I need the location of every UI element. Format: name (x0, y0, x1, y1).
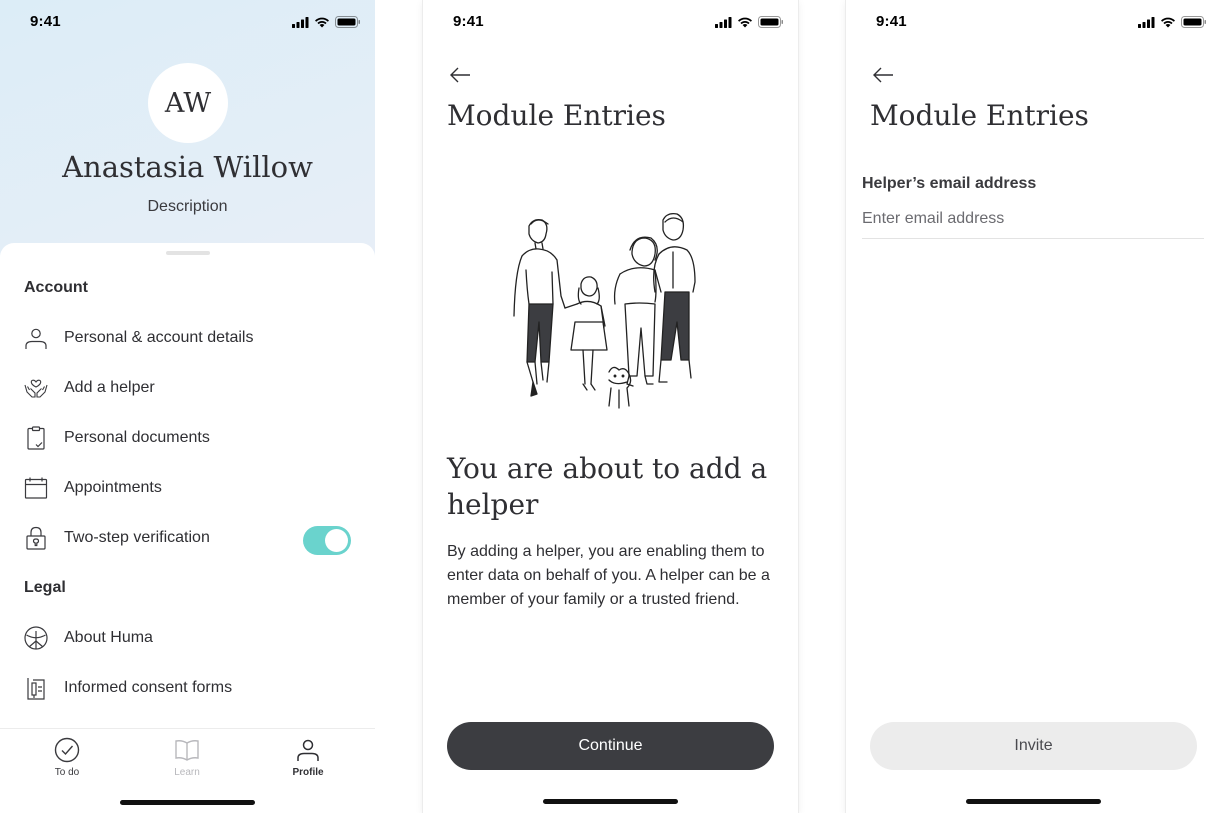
menu-item-label: Personal & account details (64, 329, 254, 346)
menu-item-label: Appointments (64, 479, 162, 496)
invite-button[interactable]: Invite (870, 722, 1197, 770)
menu-item-appointments[interactable]: Appointments (0, 468, 375, 508)
menu-item-personal-details[interactable]: Personal & account details (0, 318, 375, 358)
profile-sheet: Account Personal & account details Add a… (0, 243, 375, 733)
profile-description: Description (147, 198, 228, 215)
email-field-label: Helper’s email address (862, 175, 1037, 192)
toggle-knob (325, 529, 348, 552)
page-title: Module Entries (447, 99, 666, 132)
tab-label: To do (54, 767, 80, 778)
menu-item-label: Informed consent forms (64, 679, 233, 696)
tab-bar: To do Learn Profile (0, 728, 375, 813)
menu-item-personal-documents[interactable]: Personal documents (0, 418, 375, 458)
helper-intro-body: By adding a helper, you are enabling the… (447, 543, 770, 608)
status-bar: 9:41 (423, 0, 798, 44)
section-heading-account: Account (24, 279, 88, 296)
battery-icon (1181, 16, 1207, 28)
tab-learn[interactable]: Learn (147, 737, 227, 778)
status-time: 9:41 (30, 13, 61, 30)
status-bar: 9:41 (846, 0, 1221, 44)
profile-name: Anastasia Willow (62, 150, 313, 184)
menu-item-two-step-verification[interactable]: Two-step verification (0, 518, 375, 558)
menu-item-about-huma[interactable]: About Huma (0, 618, 375, 658)
menu-item-label: Two-step verification (64, 529, 210, 546)
tab-profile[interactable]: Profile (268, 737, 348, 778)
huma-logo-icon (24, 626, 48, 650)
menu-item-label: Add a helper (64, 379, 155, 396)
home-indicator (543, 799, 678, 804)
check-circle-icon (54, 737, 80, 763)
wifi-icon (738, 17, 752, 27)
continue-button[interactable]: Continue (447, 722, 774, 770)
battery-icon (758, 16, 784, 28)
add-helper-intro-screen: 9:41 Module Entries You are about to add… (423, 0, 798, 813)
book-icon (175, 740, 199, 761)
battery-icon (335, 16, 361, 28)
tab-to-do[interactable]: To do (27, 737, 107, 778)
profile-screen: 9:41 AW Anastasia Willow Description Acc… (0, 0, 375, 813)
menu-item-label: About Huma (64, 629, 153, 646)
wifi-icon (1161, 17, 1175, 27)
family-illustration (513, 212, 696, 409)
back-arrow-icon[interactable] (448, 64, 472, 86)
section-heading-legal: Legal (24, 579, 66, 596)
clipboard-icon (27, 426, 45, 450)
sheet-grabber[interactable] (166, 251, 210, 255)
consent-form-icon (27, 678, 45, 700)
home-indicator (966, 799, 1101, 804)
back-arrow-icon[interactable] (871, 64, 895, 86)
status-bar: 9:41 (0, 0, 375, 44)
status-time: 9:41 (876, 13, 907, 30)
cellular-signal-icon (715, 16, 732, 28)
status-time: 9:41 (453, 13, 484, 30)
menu-item-add-helper[interactable]: Add a helper (0, 368, 375, 408)
wifi-icon (315, 17, 329, 27)
tab-label: Profile (292, 767, 324, 778)
two-step-verification-toggle[interactable] (303, 526, 351, 555)
helper-intro-heading: You are about to add a helper (447, 452, 768, 521)
menu-item-label: Personal documents (64, 429, 210, 446)
cellular-signal-icon (1138, 16, 1155, 28)
person-icon (297, 739, 319, 761)
tab-label: Learn (174, 767, 200, 778)
hands-heart-icon (24, 379, 48, 398)
calendar-icon (24, 477, 48, 499)
cellular-signal-icon (292, 16, 309, 28)
home-indicator (120, 800, 255, 805)
helper-email-input[interactable] (862, 200, 1204, 239)
lock-icon (26, 526, 46, 550)
person-icon (25, 328, 47, 349)
page-title: Module Entries (870, 99, 1089, 132)
add-helper-email-screen: 9:41 Module Entries Helper’s email addre… (846, 0, 1221, 813)
menu-item-informed-consent[interactable]: Informed consent forms (0, 668, 375, 708)
avatar[interactable]: AW (148, 63, 228, 143)
